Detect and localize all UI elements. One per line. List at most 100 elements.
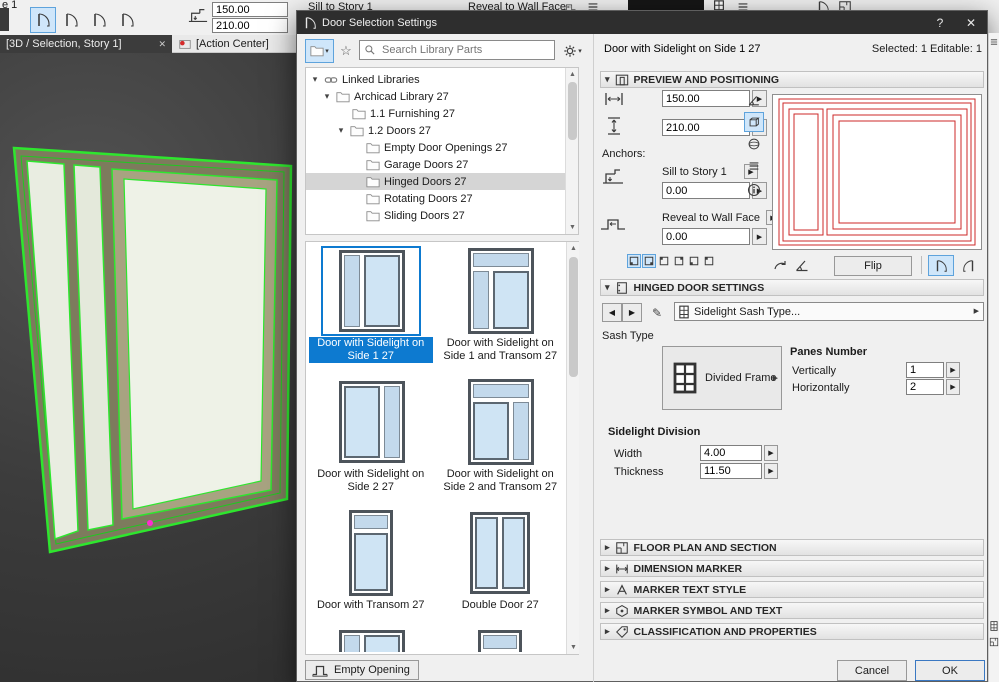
- tab-action-center[interactable]: [Action Center]: [172, 35, 296, 53]
- favorites-button[interactable]: ☆: [335, 39, 357, 63]
- library-item-partial[interactable]: [306, 628, 436, 652]
- library-item[interactable]: Door with Transom 27: [306, 510, 436, 612]
- library-item-partial[interactable]: [436, 628, 566, 652]
- sill-value-input[interactable]: [662, 182, 750, 199]
- anchor-toggle-4[interactable]: [672, 254, 686, 268]
- vertically-input[interactable]: [906, 362, 944, 378]
- door-width-icon: [604, 92, 624, 106]
- scroll-up-icon[interactable]: ▲: [566, 68, 579, 81]
- library-item[interactable]: Door with Sidelight on Side 2 and Transo…: [436, 379, 566, 494]
- sidelight-thickness-input[interactable]: [700, 463, 762, 479]
- section-preview-positioning[interactable]: ▾ PREVIEW AND POSITIONING: [600, 71, 984, 88]
- tree-item-sliding-doors[interactable]: Sliding Doors 27: [306, 207, 578, 224]
- empty-opening-button[interactable]: Empty Opening: [305, 660, 419, 680]
- anchor-toggle-3[interactable]: [657, 254, 671, 268]
- anchor-toggle-5[interactable]: [687, 254, 701, 268]
- ok-button[interactable]: OK: [915, 660, 985, 681]
- preview-mode-elevation-button[interactable]: [744, 90, 764, 110]
- tree-item-linked-libraries[interactable]: ▾ Linked Libraries: [306, 71, 578, 88]
- viewport-3d[interactable]: [0, 53, 296, 682]
- tree-item-archicad-library[interactable]: ▾ Archicad Library 27: [306, 88, 578, 105]
- scroll-down-icon[interactable]: ▼: [567, 641, 580, 654]
- library-item[interactable]: Door with Sidelight on Side 1 27: [306, 246, 436, 363]
- library-settings-button[interactable]: ▾: [558, 39, 587, 63]
- anchor-toggle-6[interactable]: [702, 254, 716, 268]
- sill-anchor-label[interactable]: Sill to Story 1: [662, 166, 727, 178]
- tree-item-empty-door-openings[interactable]: Empty Door Openings 27: [306, 139, 578, 156]
- prev-page-button[interactable]: ◀: [602, 303, 622, 322]
- door-orientation-left-button[interactable]: [928, 255, 954, 276]
- sidelight-width-input[interactable]: [700, 445, 762, 461]
- section-marker-text-style[interactable]: ▸ MARKER TEXT STYLE: [600, 581, 984, 598]
- door-width-input[interactable]: [662, 90, 750, 107]
- close-icon: ✕: [965, 15, 977, 30]
- preview-info-button[interactable]: [744, 180, 764, 200]
- pivot-angle-icon[interactable]: [772, 257, 788, 273]
- scroll-down-icon[interactable]: ▼: [566, 221, 579, 234]
- section-floor-plan[interactable]: ▸ FLOOR PLAN AND SECTION: [600, 539, 984, 556]
- preview-mode-photo-button[interactable]: [744, 134, 764, 154]
- dialog-close-button[interactable]: ✕: [955, 11, 987, 34]
- anchor-toggle-2[interactable]: [642, 254, 656, 268]
- edit-list-button[interactable]: ✎: [646, 303, 668, 322]
- scroll-up-icon[interactable]: ▲: [567, 242, 580, 255]
- search-input[interactable]: [380, 43, 550, 57]
- edge-tool-icon[interactable]: [989, 637, 999, 647]
- door-orientation-right-button[interactable]: [956, 255, 982, 276]
- section-classification[interactable]: ▸ CLASSIFICATION AND PROPERTIES: [600, 623, 984, 640]
- sidelight-thickness-flyout[interactable]: ▶: [764, 463, 778, 479]
- next-page-button[interactable]: ▶: [622, 303, 642, 322]
- linked-libraries-icon: [324, 73, 338, 87]
- library-item[interactable]: Door with Sidelight on Side 2 27: [306, 379, 436, 494]
- chevron-down-icon[interactable]: ▾: [322, 91, 332, 102]
- reveal-flyout-button[interactable]: ▶: [752, 228, 767, 245]
- tab-3d-selection[interactable]: [3D / Selection, Story 1] ✕: [0, 35, 172, 53]
- sash-type-dropdown[interactable]: Sidelight Sash Type... ▶: [674, 302, 984, 321]
- opening-angle-icon[interactable]: [794, 257, 810, 273]
- door-tool-button-2[interactable]: [58, 7, 84, 33]
- scrollbar-thumb[interactable]: [568, 82, 577, 140]
- door-tool-button-3[interactable]: [86, 7, 112, 33]
- chevron-down-icon[interactable]: ▾: [310, 74, 320, 85]
- scrollbar-thumb[interactable]: [569, 257, 578, 377]
- section-dimension-marker[interactable]: ▸ DIMENSION MARKER: [600, 560, 984, 577]
- library-item[interactable]: Double Door 27: [436, 510, 566, 612]
- reveal-anchor-label[interactable]: Reveal to Wall Face: [662, 212, 760, 224]
- edge-tool-icon[interactable]: [989, 37, 999, 47]
- chevron-down-icon[interactable]: ▾: [336, 125, 346, 136]
- section-marker-symbol[interactable]: ▸ MARKER SYMBOL AND TEXT: [600, 602, 984, 619]
- preview-mode-3d-button[interactable]: [744, 112, 764, 132]
- section-hinged-door-settings[interactable]: ▾ HINGED DOOR SETTINGS: [600, 279, 984, 296]
- folder-view-button[interactable]: ▾: [305, 39, 334, 63]
- tree-item-rotating-doors[interactable]: Rotating Doors 27: [306, 190, 578, 207]
- door-height-input[interactable]: [662, 119, 750, 136]
- cancel-button[interactable]: Cancel: [837, 660, 907, 681]
- horizontally-input[interactable]: [906, 379, 944, 395]
- horizontally-flyout[interactable]: ▶: [946, 379, 960, 395]
- tab-close-icon[interactable]: ✕: [158, 39, 166, 50]
- sidelight-width-flyout[interactable]: ▶: [764, 445, 778, 461]
- toolbar-width-input[interactable]: [212, 2, 288, 17]
- library-item[interactable]: Door with Sidelight on Side 1 and Transo…: [436, 248, 566, 363]
- divided-frame-button[interactable]: Divided Frame ▶: [662, 346, 782, 410]
- tree-item-doors[interactable]: ▾ 1.2 Doors 27: [306, 122, 578, 139]
- anchor-toggle-1[interactable]: [627, 254, 641, 268]
- vertically-flyout[interactable]: ▶: [946, 362, 960, 378]
- flyout-icon: ▶: [768, 450, 774, 457]
- dialog-titlebar[interactable]: Door Selection Settings ? ✕: [297, 11, 987, 34]
- dialog-help-button[interactable]: ?: [925, 11, 955, 34]
- reveal-value-input[interactable]: [662, 228, 750, 245]
- tree-item-hinged-doors[interactable]: Hinged Doors 27: [306, 173, 578, 190]
- items-scrollbar[interactable]: ▲ ▼: [566, 242, 579, 654]
- edge-tool-icon[interactable]: [989, 621, 999, 631]
- tree-item-furnishing[interactable]: 1.1 Furnishing 27: [306, 105, 578, 122]
- door-tool-button-1[interactable]: [30, 7, 56, 33]
- door-tool-button-4[interactable]: [114, 7, 140, 33]
- flip-button[interactable]: Flip: [834, 256, 912, 276]
- toolbar-height-input[interactable]: [212, 18, 288, 33]
- tree-item-garage-doors[interactable]: Garage Doors 27: [306, 156, 578, 173]
- tree-scrollbar[interactable]: ▲ ▼: [565, 68, 578, 234]
- selected-door-object[interactable]: [0, 53, 296, 682]
- library-browser-panel: ▾ ☆ ▾ ▾ Linked Libraries: [297, 34, 593, 682]
- preview-mode-notes-button[interactable]: [744, 156, 764, 176]
